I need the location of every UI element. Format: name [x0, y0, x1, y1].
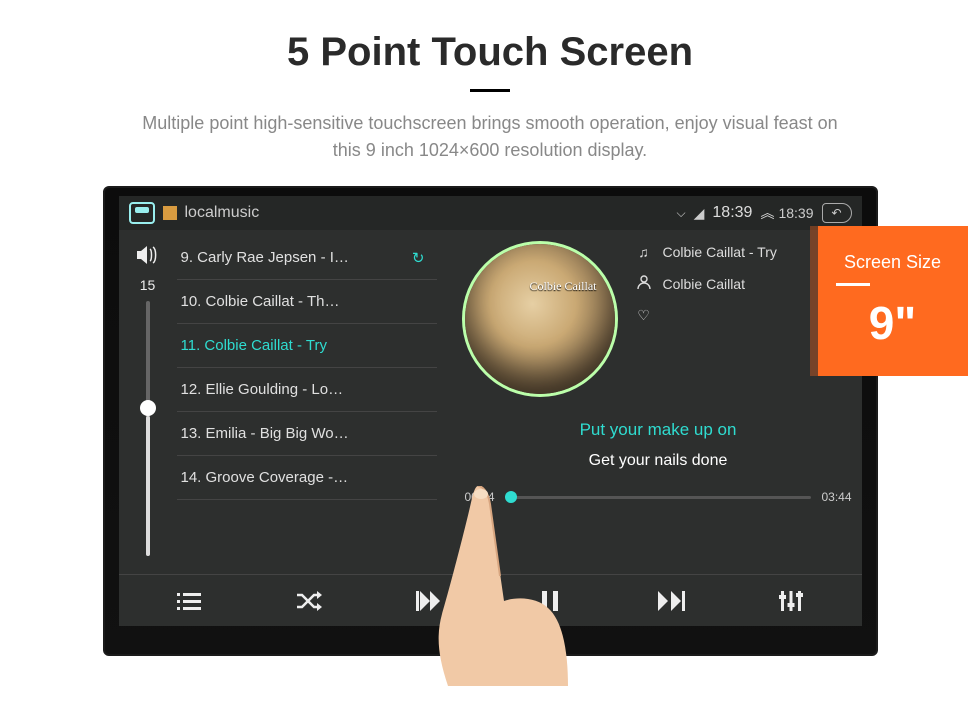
playlist-item-label: 9. Carly Rae Jepsen - I…	[181, 249, 349, 266]
playlist-item-label: 12. Ellie Goulding - Lo…	[181, 381, 344, 398]
volume-panel: 15	[119, 230, 177, 574]
lyric-current: Put your make up on	[465, 420, 852, 440]
shuffle-button[interactable]	[295, 589, 323, 613]
page-subtitle: Multiple point high-sensitive touchscree…	[0, 110, 980, 164]
badge-divider	[836, 283, 870, 286]
app-icon	[163, 206, 177, 220]
title-underline	[470, 89, 510, 92]
subtitle-line-2: this 9 inch 1024×600 resolution display.	[333, 140, 647, 160]
playlist-item[interactable]: 9. Carly Rae Jepsen - I… ↻	[177, 236, 437, 280]
artist-icon	[635, 274, 653, 293]
screen-size-badge: Screen Size 9"	[818, 226, 968, 376]
artist-name: Colbie Caillat	[663, 276, 745, 292]
song-title: Colbie Caillat - Try	[663, 244, 777, 260]
status-bar: localmusic ⌵ ◢ 18:39 ︽ 18:39 ↶	[119, 196, 862, 230]
album-art-text: Colbie Caillat	[530, 279, 597, 294]
volume-slider[interactable]	[146, 301, 150, 556]
time-total: 03:44	[821, 490, 851, 504]
playlist-item-active[interactable]: 11. Colbie Caillat - Try	[177, 324, 437, 368]
back-button[interactable]: ↶	[822, 203, 852, 223]
page-title: 5 Point Touch Screen	[0, 30, 980, 75]
equalizer-button[interactable]	[777, 589, 805, 613]
device-mockup: localmusic ⌵ ◢ 18:39 ︽ 18:39 ↶ 15	[103, 186, 878, 656]
playlist: 9. Carly Rae Jepsen - I… ↻ 10. Colbie Ca…	[177, 230, 437, 574]
album-art: Colbie Caillat	[465, 244, 615, 394]
progress-thumb[interactable]	[505, 491, 517, 503]
music-note-icon: ♫	[635, 244, 653, 260]
repeat-icon[interactable]: ↻	[412, 249, 425, 267]
lyrics: Put your make up on Get your nails done	[465, 420, 852, 470]
bluetooth-icon: ⌵	[677, 206, 686, 221]
subtitle-line-1: Multiple point high-sensitive touchscree…	[142, 113, 837, 133]
device-screen: localmusic ⌵ ◢ 18:39 ︽ 18:39 ↶ 15	[119, 196, 862, 626]
badge-title: Screen Size	[844, 252, 941, 273]
player-controls	[119, 574, 862, 626]
wifi-icon: ◢	[694, 205, 705, 222]
playlist-item-label: 14. Groove Coverage -…	[181, 469, 349, 486]
queue-button[interactable]	[175, 589, 203, 613]
playlist-item-label: 13. Emilia - Big Big Wo…	[181, 425, 349, 442]
time-elapsed: 00:04	[465, 490, 495, 504]
home-icon[interactable]	[129, 202, 155, 224]
volume-thumb[interactable]	[140, 400, 156, 416]
now-playing-panel: Colbie Caillat ♫ Colbie Caillat - Try Co…	[437, 230, 862, 574]
playlist-item-label: 11. Colbie Caillat - Try	[181, 337, 327, 354]
lyric-next: Get your nails done	[465, 452, 852, 470]
next-button[interactable]	[657, 589, 685, 613]
main-area: 15 9. Carly Rae Jepsen - I… ↻ 10. Colbie…	[119, 230, 862, 574]
app-title: localmusic	[185, 204, 260, 222]
clock-primary: 18:39	[712, 204, 752, 222]
heart-icon[interactable]: ♡	[635, 307, 653, 324]
playlist-item-label: 10. Colbie Caillat - Th…	[181, 293, 340, 310]
playlist-item[interactable]: 14. Groove Coverage -…	[177, 456, 437, 500]
clock-secondary: 18:39	[778, 205, 813, 221]
pause-button[interactable]	[536, 589, 564, 613]
volume-level: 15	[140, 277, 156, 293]
playlist-item[interactable]: 10. Colbie Caillat - Th…	[177, 280, 437, 324]
previous-button[interactable]	[416, 589, 444, 613]
progress-bar[interactable]	[505, 496, 812, 499]
volume-icon[interactable]	[137, 246, 159, 269]
progress-row: 00:04 03:44	[465, 490, 852, 504]
chevron-up-icon[interactable]: ︽	[760, 203, 770, 223]
playlist-item[interactable]: 13. Emilia - Big Big Wo…	[177, 412, 437, 456]
badge-value: 9"	[869, 296, 916, 350]
playlist-item[interactable]: 12. Ellie Goulding - Lo…	[177, 368, 437, 412]
volume-fill	[146, 416, 150, 556]
